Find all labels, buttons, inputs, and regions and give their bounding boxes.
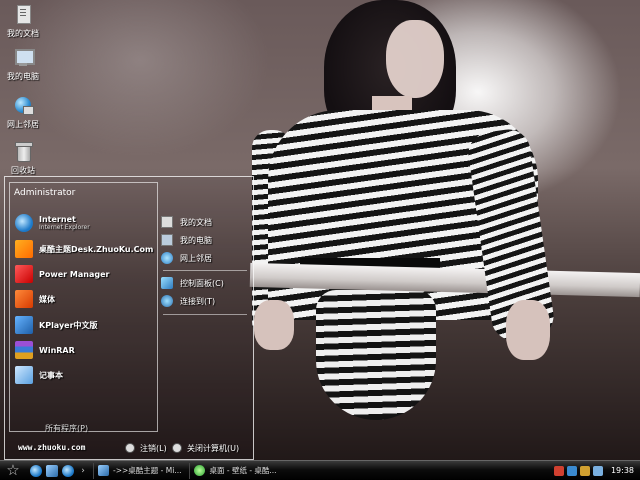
desktop-icon-my-documents[interactable]: 我的文档 (0, 3, 46, 39)
taskbar-task-zhuoku[interactable]: ->>桌酷主题 - Mi... (93, 462, 185, 479)
start-menu-system-label: 连接到(T) (180, 296, 216, 306)
network-icon (12, 94, 34, 116)
desktop-icon-network[interactable]: 网上邻居 (0, 94, 46, 130)
start-menu-item-power-manager[interactable]: Power Manager (15, 264, 109, 284)
desktop-icon-label: 我的文档 (7, 29, 39, 38)
taskbar-task-label: ->>桌酷主题 - Mi... (113, 466, 182, 475)
zhuoku-theme-icon (15, 240, 33, 258)
power-icon (172, 443, 182, 453)
desktop-icon-label: 网上邻居 (7, 120, 39, 129)
documents-icon (12, 3, 34, 25)
tray-monitor-icon[interactable] (592, 465, 603, 476)
computer-icon (12, 46, 35, 68)
start-menu-control-panel[interactable]: 控制面板(C) (161, 275, 224, 291)
power-manager-icon (15, 265, 33, 283)
logoff-button[interactable]: 注销(L) (125, 442, 167, 454)
start-menu-item-label: KPlayer中文版 (39, 320, 98, 330)
start-menu-place-label: 我的电脑 (180, 235, 212, 245)
control-panel-icon (161, 277, 173, 289)
tray-app-icon[interactable] (553, 465, 564, 476)
start-menu-separator (163, 314, 247, 315)
shutdown-label: 关闭计算机(U) (187, 443, 240, 453)
taskbar-clock[interactable]: 19:38 (611, 466, 634, 475)
start-menu-item-label: 桌酷主题Desk.ZhuoKu.Com (39, 244, 154, 254)
start-menu-connect-to[interactable]: 连接到(T) (161, 293, 215, 309)
quicklaunch-show-desktop-icon[interactable] (46, 464, 58, 477)
start-menu-item-media[interactable]: 媒体 (15, 289, 55, 309)
start-menu-item-label: Internet (39, 215, 76, 224)
start-menu-place-label: 网上邻居 (180, 253, 212, 263)
quicklaunch-browser-icon[interactable] (62, 464, 74, 477)
start-menu-item-label: WinRAR (39, 345, 75, 355)
start-menu-item-label: Power Manager (39, 269, 110, 279)
desktop-icon-recycle-bin[interactable]: 回收站 (0, 140, 46, 176)
start-menu-item-sublabel: Internet Explorer (39, 224, 90, 231)
wallpaper-hips (316, 290, 436, 420)
start-menu-item-kplayer[interactable]: KPlayer中文版 (15, 315, 98, 335)
browser-icon (194, 465, 206, 476)
window-icon (98, 465, 109, 476)
tray-network-icon[interactable] (566, 465, 577, 476)
desktop-icon-label: 回收站 (11, 166, 35, 175)
star-icon: ☆ (6, 461, 20, 479)
zhuoku-url-text: www.zhuoku.com (18, 443, 86, 452)
documents-icon (161, 216, 173, 228)
start-menu-item-winrar[interactable]: WinRAR (15, 340, 75, 360)
desktop-icon-my-computer[interactable]: 我的电脑 (0, 46, 46, 82)
internet-explorer-icon (15, 214, 33, 232)
taskbar-task-wallpaper[interactable]: 桌面 - 壁纸 - 桌酷... (189, 462, 280, 479)
recycle-bin-icon (12, 140, 34, 162)
start-menu-item-notepad[interactable]: 记事本 (15, 365, 63, 385)
media-icon (15, 290, 33, 308)
start-button[interactable]: ☆ (0, 461, 26, 480)
logoff-label: 注销(L) (140, 443, 167, 453)
network-icon (161, 252, 173, 264)
wallpaper-hand-left (254, 300, 294, 350)
tray-volume-icon[interactable] (579, 465, 590, 476)
system-tray: 19:38 (551, 461, 640, 480)
desktop-icon-label: 我的电脑 (7, 72, 39, 81)
start-menu-place-my-computer[interactable]: 我的电脑 (161, 232, 212, 248)
start-menu-separator (163, 270, 247, 271)
taskbar: ☆ › ->>桌酷主题 - Mi... 桌面 - 壁纸 - 桌酷... 19:3… (0, 460, 640, 480)
chevron-right-icon[interactable]: › (77, 466, 89, 476)
start-menu-username: Administrator (14, 188, 76, 198)
start-menu-place-label: 我的文档 (180, 217, 212, 227)
all-programs-button[interactable]: 所有程序(P) (45, 423, 88, 434)
wallpaper-hand-right (506, 300, 550, 360)
start-menu-place-network[interactable]: 网上邻居 (161, 250, 212, 266)
notepad-icon (15, 366, 33, 384)
start-menu-item-internet[interactable]: Internet Internet Explorer (15, 213, 90, 233)
quicklaunch-ie-icon[interactable] (30, 464, 42, 477)
start-menu-item-zhuoku[interactable]: 桌酷主题Desk.ZhuoKu.Com (15, 239, 153, 259)
start-menu: Administrator Internet Internet Explorer… (4, 176, 254, 460)
start-menu-place-my-documents[interactable]: 我的文档 (161, 214, 212, 230)
logoff-icon (125, 443, 135, 453)
kplayer-icon (15, 316, 33, 334)
shutdown-button[interactable]: 关闭计算机(U) (172, 442, 239, 454)
connect-to-icon (161, 295, 173, 307)
computer-icon (161, 234, 173, 246)
start-menu-item-label: 记事本 (39, 370, 63, 380)
start-menu-item-label: 媒体 (39, 294, 55, 304)
wallpaper-face (386, 20, 444, 98)
start-menu-system-label: 控制面板(C) (180, 278, 224, 288)
taskbar-task-label: 桌面 - 壁纸 - 桌酷... (209, 466, 277, 475)
winrar-icon (15, 341, 33, 359)
